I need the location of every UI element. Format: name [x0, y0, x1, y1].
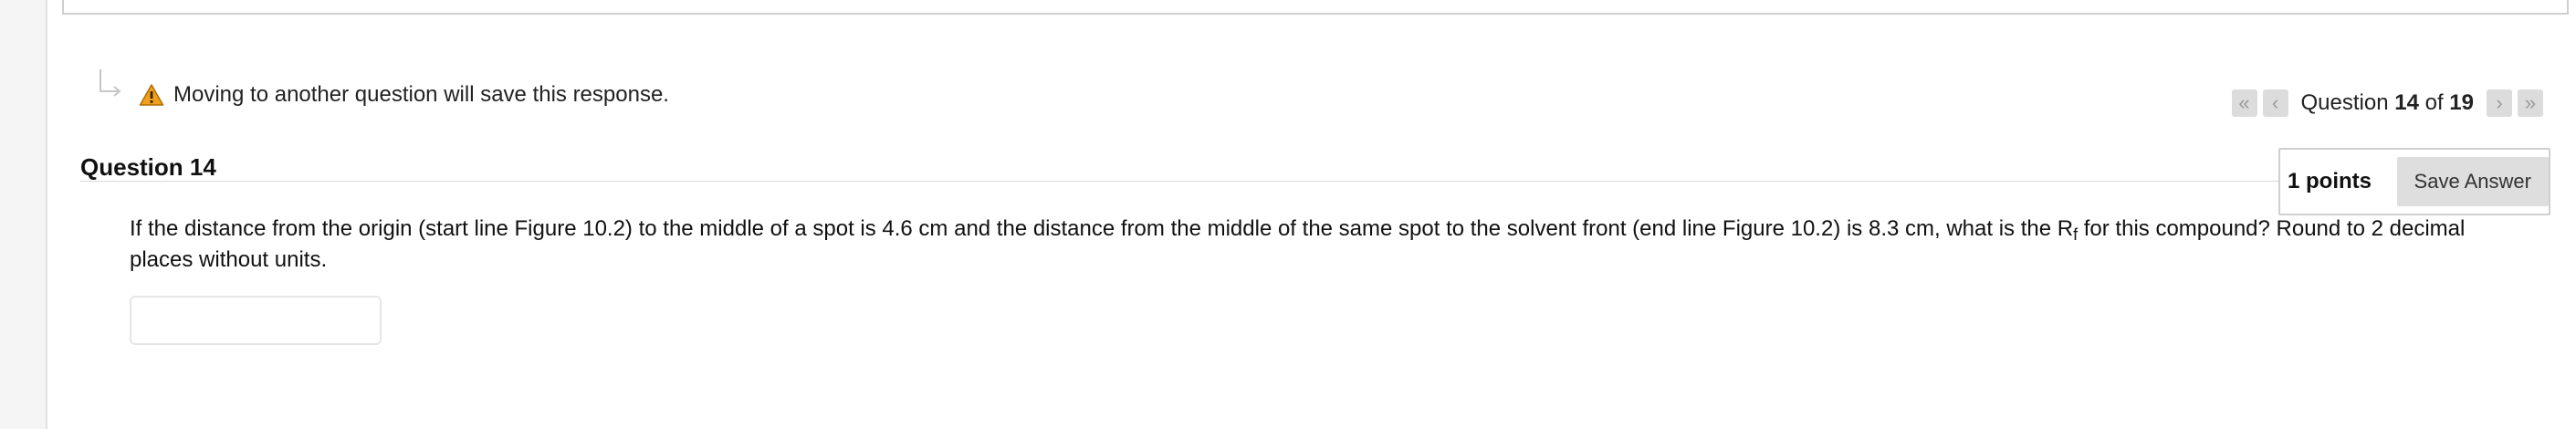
answer-input[interactable] [130, 296, 382, 345]
pager-of: of [2424, 90, 2444, 115]
question-title: Question 14 [80, 153, 216, 181]
points-save-box: 1 points Save Answer [2278, 148, 2550, 215]
save-warning: Moving to another question will save thi… [139, 82, 669, 108]
first-question-button[interactable]: « [2231, 89, 2257, 117]
chevron-left-icon: ‹ [2271, 91, 2279, 114]
previous-question-panel [62, 0, 2569, 15]
double-chevron-left-icon: « [2238, 91, 2250, 114]
question-text: If the distance from the origin (start l… [130, 214, 2485, 276]
indent-arrow-icon [99, 69, 121, 97]
pager-total: 19 [2449, 90, 2474, 115]
pager-prefix: Question [2300, 90, 2389, 115]
pager-current: 14 [2394, 90, 2419, 115]
question-divider [80, 181, 2280, 182]
assessment-page: Moving to another question will save thi… [0, 0, 2576, 429]
warning-text: Moving to another question will save thi… [173, 82, 669, 107]
chevron-right-icon: › [2496, 91, 2503, 114]
double-chevron-right-icon: » [2524, 91, 2537, 114]
points-label: 1 points [2288, 169, 2372, 194]
question-pager: « ‹ Question 14 of 19 › » [2231, 89, 2543, 117]
left-gutter [0, 0, 47, 429]
last-question-button[interactable]: » [2518, 89, 2543, 117]
warning-icon [139, 84, 164, 106]
question-text-main: If the distance from the origin (start l… [130, 216, 2074, 241]
question-position: Question 14 of 19 [2301, 90, 2475, 116]
save-answer-button[interactable]: Save Answer [2396, 157, 2549, 206]
previous-question-button[interactable]: ‹ [2262, 89, 2288, 117]
next-question-button[interactable]: › [2487, 89, 2512, 117]
